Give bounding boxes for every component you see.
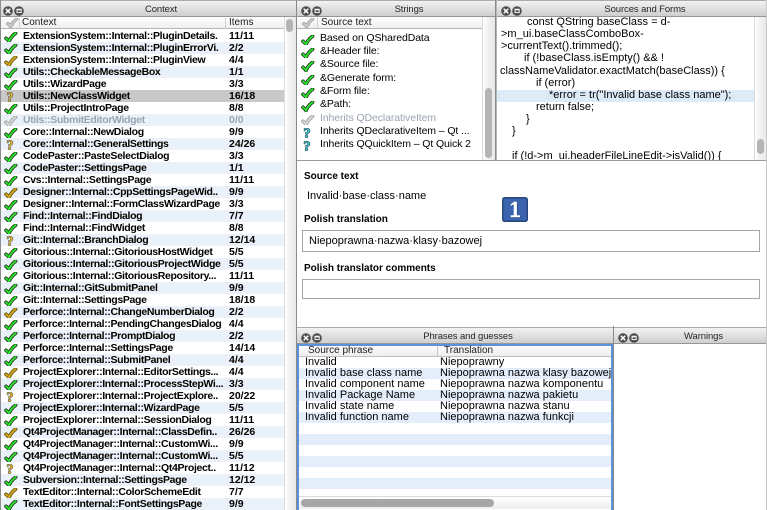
svg-text:?: ? [304,140,311,153]
